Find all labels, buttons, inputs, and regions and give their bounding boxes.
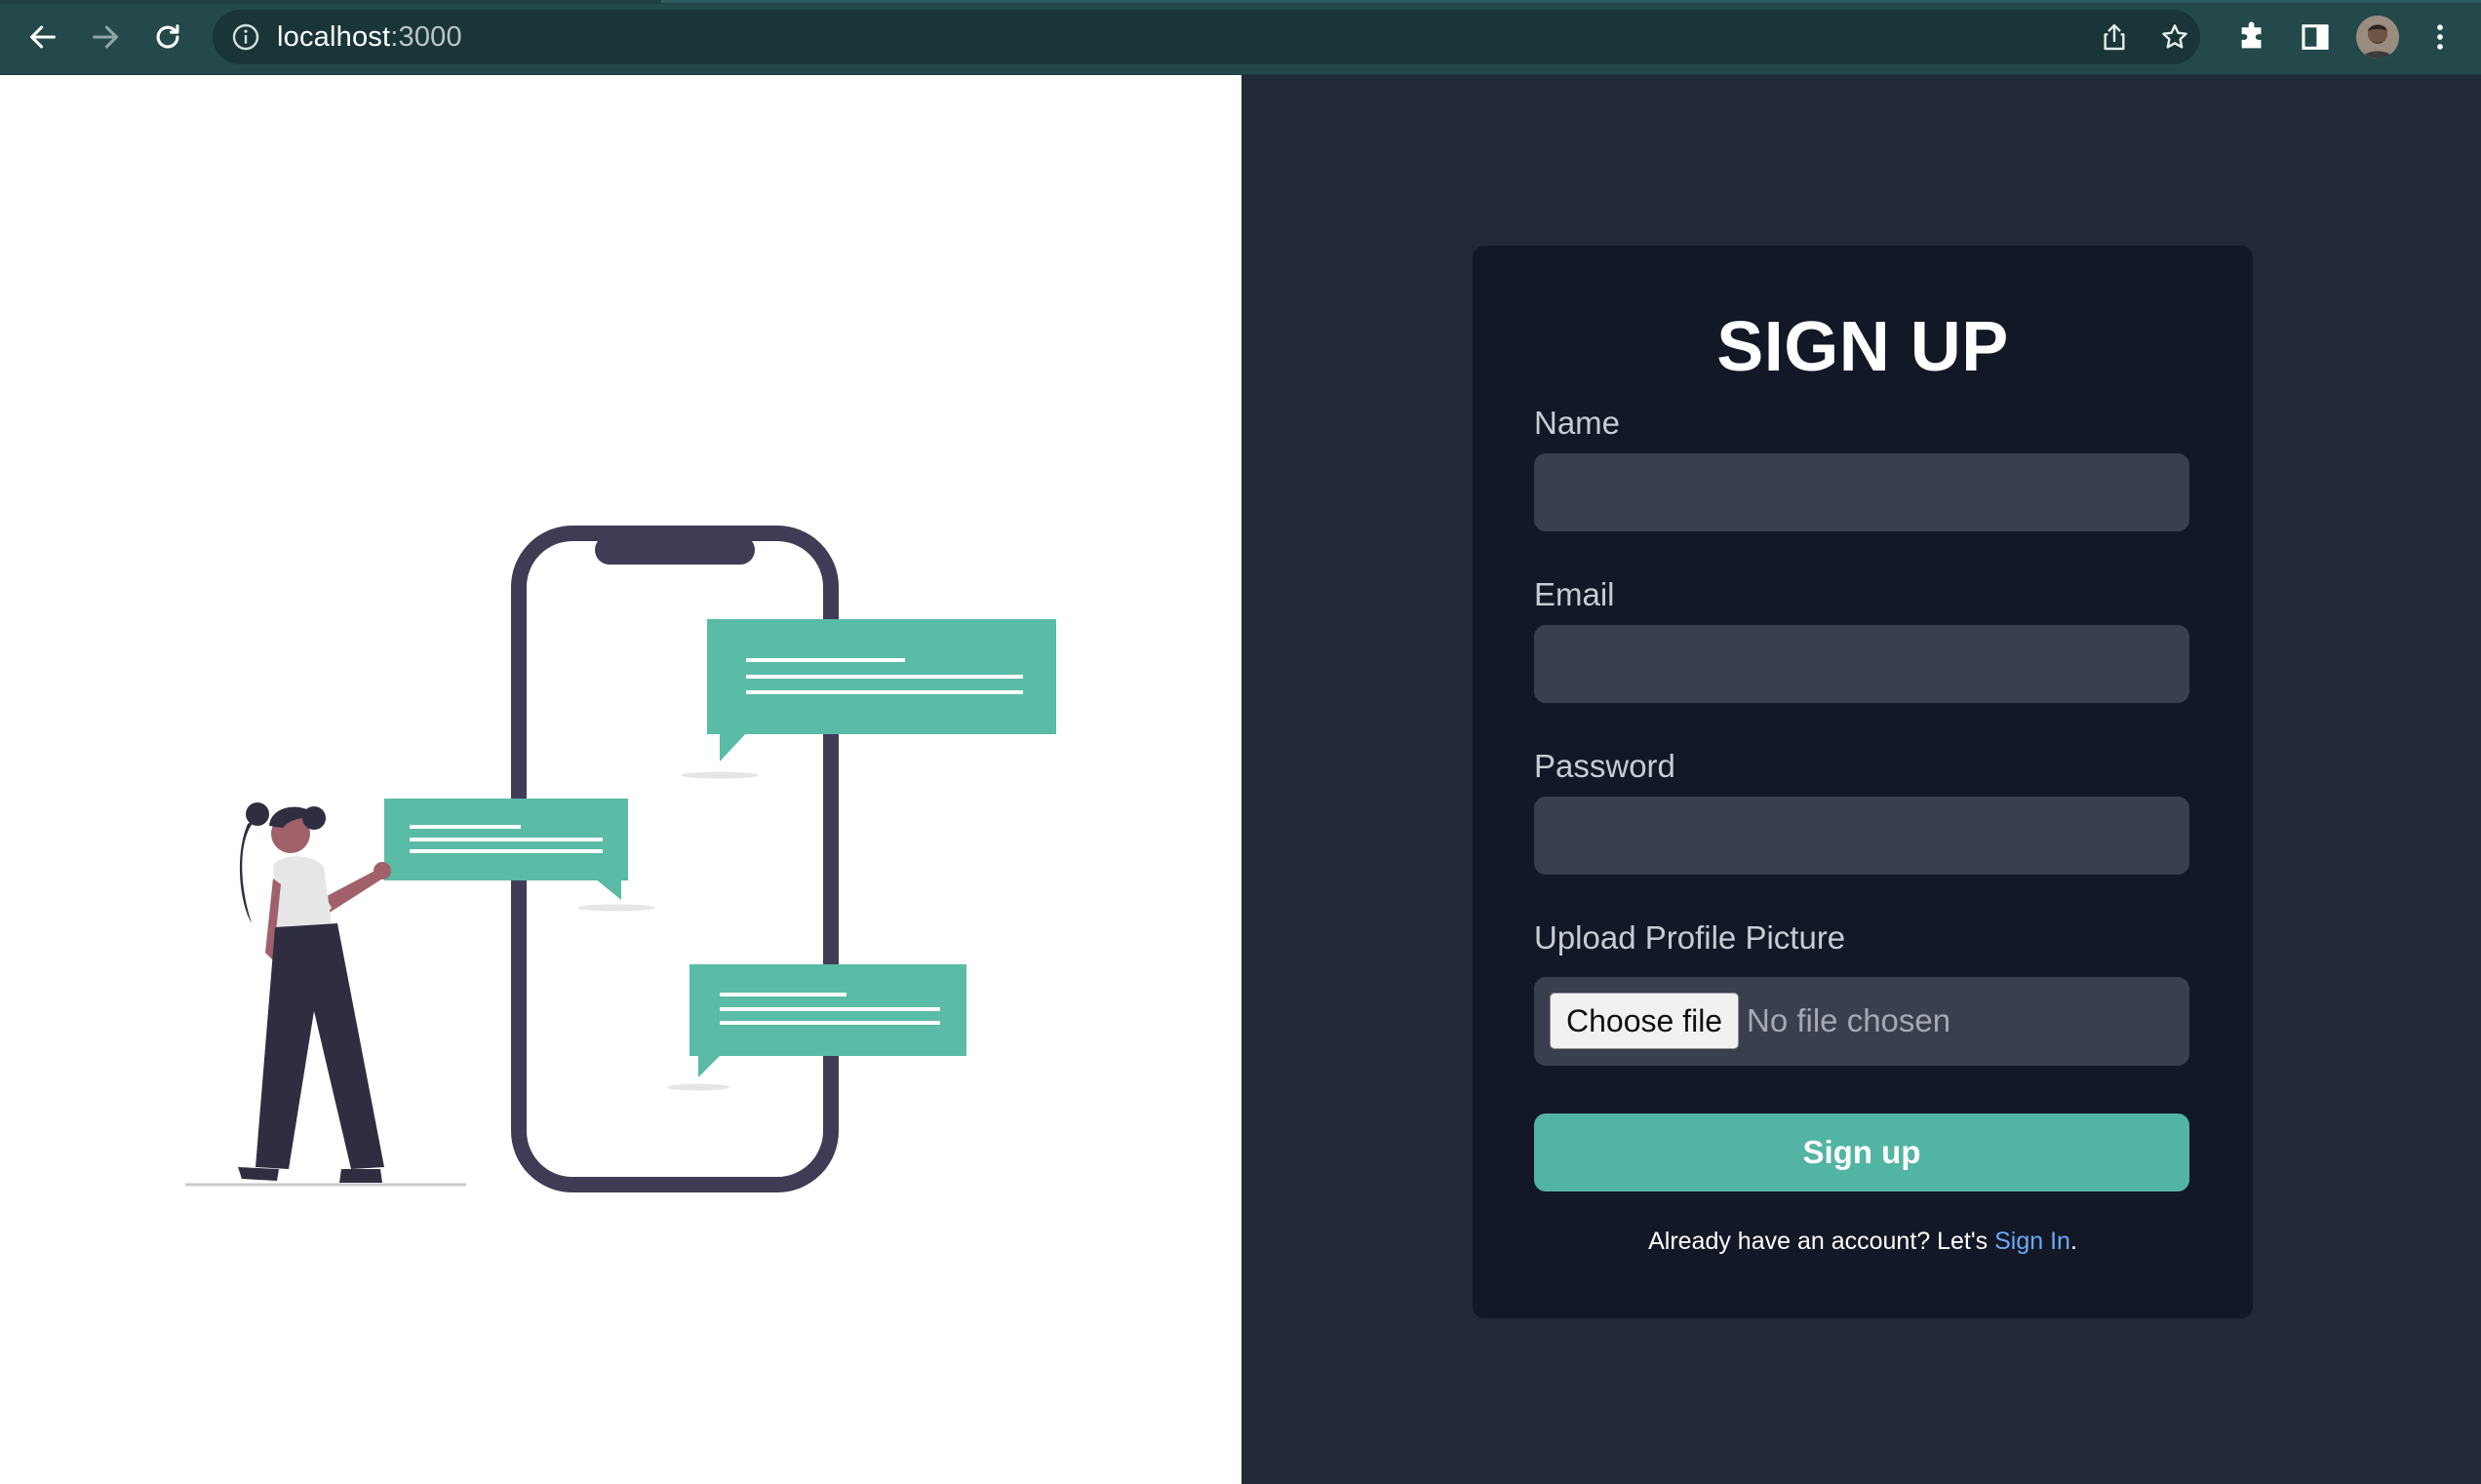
name-input[interactable] [1534, 453, 2189, 531]
upload-label: Upload Profile Picture [1534, 919, 1846, 956]
woman-figure-icon [238, 802, 391, 1183]
share-icon[interactable] [2099, 21, 2130, 53]
forward-button[interactable] [82, 14, 129, 60]
password-input[interactable] [1534, 797, 2189, 875]
avatar-photo-icon [2356, 16, 2399, 59]
file-upload-field[interactable]: Choose file No file chosen [1534, 977, 2189, 1066]
side-panel-icon [2302, 24, 2329, 50]
signup-card: SIGN UP Name Email Password Upload Profi… [1473, 246, 2253, 1318]
extensions-button[interactable] [2233, 18, 2272, 57]
name-label: Name [1534, 405, 1621, 441]
info-icon[interactable] [230, 21, 261, 53]
url-host: localhost [277, 21, 391, 53]
email-label: Email [1534, 576, 1615, 612]
tab-strip [0, 0, 2481, 4]
signin-prompt: Already have an account? Let's Sign In. [1473, 1226, 2253, 1257]
url-text[interactable]: localhost:3000 [277, 20, 462, 55]
reload-button[interactable] [144, 14, 191, 60]
side-panel-button[interactable] [2296, 18, 2335, 57]
page-title: SIGN UP [1716, 308, 2009, 386]
chat-phone-illustration [185, 526, 1056, 1192]
illustration-pane [0, 75, 1241, 1484]
email-input[interactable] [1534, 625, 2189, 703]
address-bar[interactable]: localhost:3000 [213, 10, 2200, 64]
arrow-right-icon [93, 25, 118, 49]
puzzle-icon [2241, 21, 2262, 49]
password-label: Password [1534, 748, 1675, 784]
choose-file-button[interactable]: Choose file [1550, 993, 1740, 1049]
back-button[interactable] [20, 14, 66, 60]
reload-icon [156, 24, 179, 49]
signin-prompt-period: . [2069, 1228, 2077, 1255]
active-tab-indicator [661, 0, 2481, 3]
no-file-text: No file chosen [1747, 1002, 1951, 1038]
browser-toolbar: localhost:3000 [0, 0, 2481, 75]
arrow-left-icon [30, 25, 56, 49]
star-icon[interactable] [2159, 21, 2190, 53]
kebab-menu-icon [2437, 24, 2443, 50]
url-port: :3000 [390, 21, 462, 53]
signup-pane: SIGN UP Name Email Password Upload Profi… [1241, 75, 2481, 1484]
profile-avatar[interactable] [2356, 16, 2399, 59]
signin-prompt-text: Already have an account? Let's [1648, 1228, 1995, 1255]
browser-menu-button[interactable] [2421, 18, 2460, 57]
signup-button[interactable]: Sign up [1534, 1113, 2189, 1191]
signin-link[interactable]: Sign In [1994, 1228, 2070, 1255]
